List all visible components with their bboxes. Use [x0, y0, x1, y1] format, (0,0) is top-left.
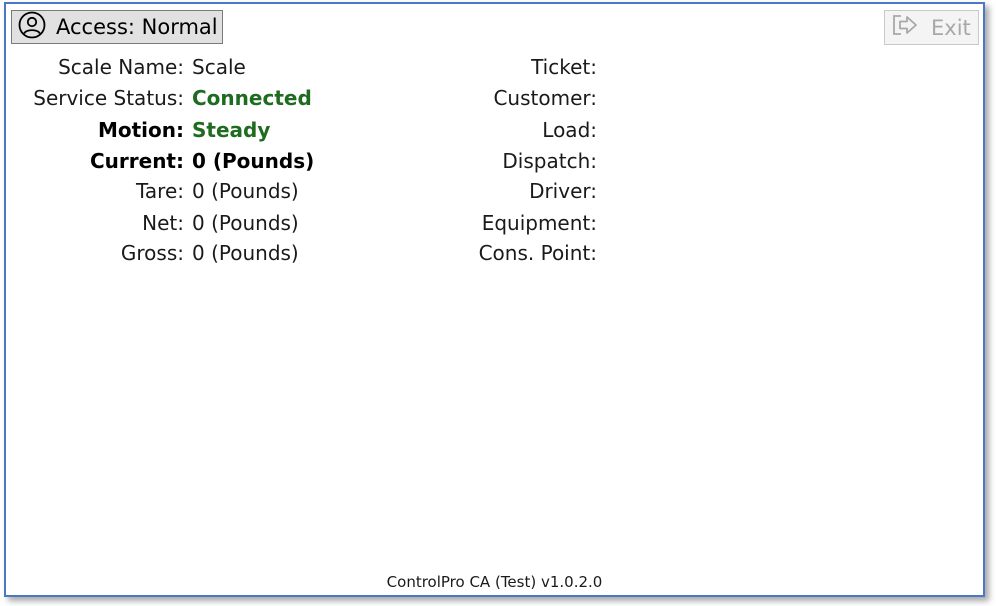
- version-footer: ControlPro CA (Test) v1.0.2.0: [386, 573, 603, 591]
- cons-point-label-wrap: Cons. Point:: [306, 238, 597, 268]
- gross-label: Gross:: [120, 241, 184, 265]
- driver-label-wrap: Driver:: [306, 176, 597, 206]
- motion-label: Motion:: [97, 118, 184, 142]
- customer-label-wrap: Customer:: [306, 83, 597, 113]
- exit-label: Exit: [931, 15, 971, 40]
- scale-name-label: Scale Name:: [58, 55, 184, 79]
- service-status-value: Connected: [192, 86, 312, 110]
- tare-label-wrap: Tare:: [6, 176, 184, 206]
- scale-name-label-wrap: Scale Name:: [6, 52, 184, 82]
- load-label: Load:: [542, 118, 597, 142]
- service-status-label-wrap: Service Status:: [6, 83, 184, 113]
- equipment-label: Equipment:: [481, 211, 597, 235]
- current-label-wrap: Current:: [6, 146, 184, 176]
- access-label: Access: Normal: [56, 15, 218, 39]
- customer-label: Customer:: [493, 86, 597, 110]
- tare-value: 0 (Pounds): [192, 179, 299, 203]
- ticket-label: Ticket:: [531, 55, 597, 79]
- net-label: Net:: [142, 211, 184, 235]
- access-button[interactable]: Access: Normal: [11, 10, 223, 44]
- current-value: 0 (Pounds): [192, 149, 315, 173]
- tare-label: Tare:: [136, 179, 184, 203]
- service-status-label: Service Status:: [33, 86, 184, 110]
- exit-arrow-icon: [891, 13, 931, 42]
- current-label: Current:: [89, 149, 184, 173]
- equipment-label-wrap: Equipment:: [306, 208, 597, 238]
- load-label-wrap: Load:: [306, 115, 597, 145]
- scale-name-value: Scale: [192, 55, 246, 79]
- gross-value: 0 (Pounds): [192, 241, 299, 265]
- dispatch-label: Dispatch:: [502, 149, 597, 173]
- motion-label-wrap: Motion:: [6, 115, 184, 145]
- net-label-wrap: Net:: [6, 208, 184, 238]
- driver-label: Driver:: [529, 179, 597, 203]
- user-circle-icon: [18, 11, 56, 44]
- motion-value: Steady: [192, 118, 271, 142]
- dispatch-label-wrap: Dispatch:: [306, 146, 597, 176]
- cons-point-label: Cons. Point:: [478, 241, 597, 265]
- exit-button[interactable]: Exit: [884, 10, 979, 45]
- ticket-label-wrap: Ticket:: [306, 52, 597, 82]
- gross-label-wrap: Gross:: [6, 238, 184, 268]
- main-window: Access: Normal Exit Scale Name: Scale Se…: [4, 2, 985, 597]
- net-value: 0 (Pounds): [192, 211, 299, 235]
